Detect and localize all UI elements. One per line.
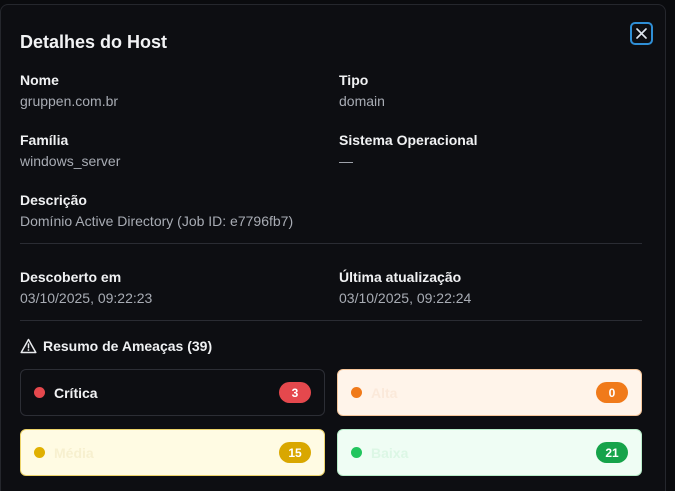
severity-label: Crítica: [54, 384, 98, 401]
warning-triangle-icon: [20, 338, 37, 354]
atualizacao-label: Última atualização: [339, 269, 462, 285]
atualizacao-value: 03/10/2025, 09:22:24: [339, 290, 472, 306]
sistema-label: Sistema Operacional: [339, 132, 478, 148]
severity-dot: [34, 387, 45, 398]
descoberto-label: Descoberto em: [20, 269, 122, 285]
nome-value: gruppen.com.br: [20, 93, 119, 109]
modal-title: Detalhes do Host: [20, 32, 168, 52]
severity-card-alta[interactable]: Alta 0: [337, 369, 642, 416]
familia-value: windows_server: [20, 153, 121, 169]
severity-count-badge: 21: [596, 442, 628, 463]
host-details-modal: Detalhes do Host Nome gruppen.com.br Tip…: [0, 4, 666, 491]
nome-label: Nome: [20, 72, 59, 88]
tipo-label: Tipo: [339, 72, 369, 88]
severity-label: Baixa: [371, 444, 409, 461]
threats-heading: Resumo de Ameaças (39): [20, 338, 212, 354]
severity-card-critica[interactable]: Crítica 3: [20, 369, 325, 416]
divider: [20, 320, 642, 321]
close-icon: [636, 28, 647, 39]
severity-count-badge: 0: [596, 382, 628, 403]
severity-count-badge: 3: [279, 382, 311, 403]
descoberto-value: 03/10/2025, 09:22:23: [20, 290, 153, 306]
sistema-value: —: [339, 153, 353, 169]
severity-count-badge: 15: [279, 442, 311, 463]
severity-dot: [351, 447, 362, 458]
familia-label: Família: [20, 132, 69, 148]
close-button[interactable]: [630, 22, 653, 45]
tipo-value: domain: [339, 93, 385, 109]
severity-label: Alta: [371, 384, 398, 401]
descricao-value: Domínio Active Directory (Job ID: e7796f…: [20, 213, 294, 229]
severity-dot: [34, 447, 45, 458]
severity-card-media[interactable]: Média 15: [20, 429, 325, 476]
descricao-label: Descrição: [20, 192, 87, 208]
severity-card-baixa[interactable]: Baixa 21: [337, 429, 642, 476]
severity-dot: [351, 387, 362, 398]
severity-label: Média: [54, 444, 94, 461]
divider: [20, 243, 642, 244]
threats-heading-text: Resumo de Ameaças (39): [43, 338, 213, 354]
